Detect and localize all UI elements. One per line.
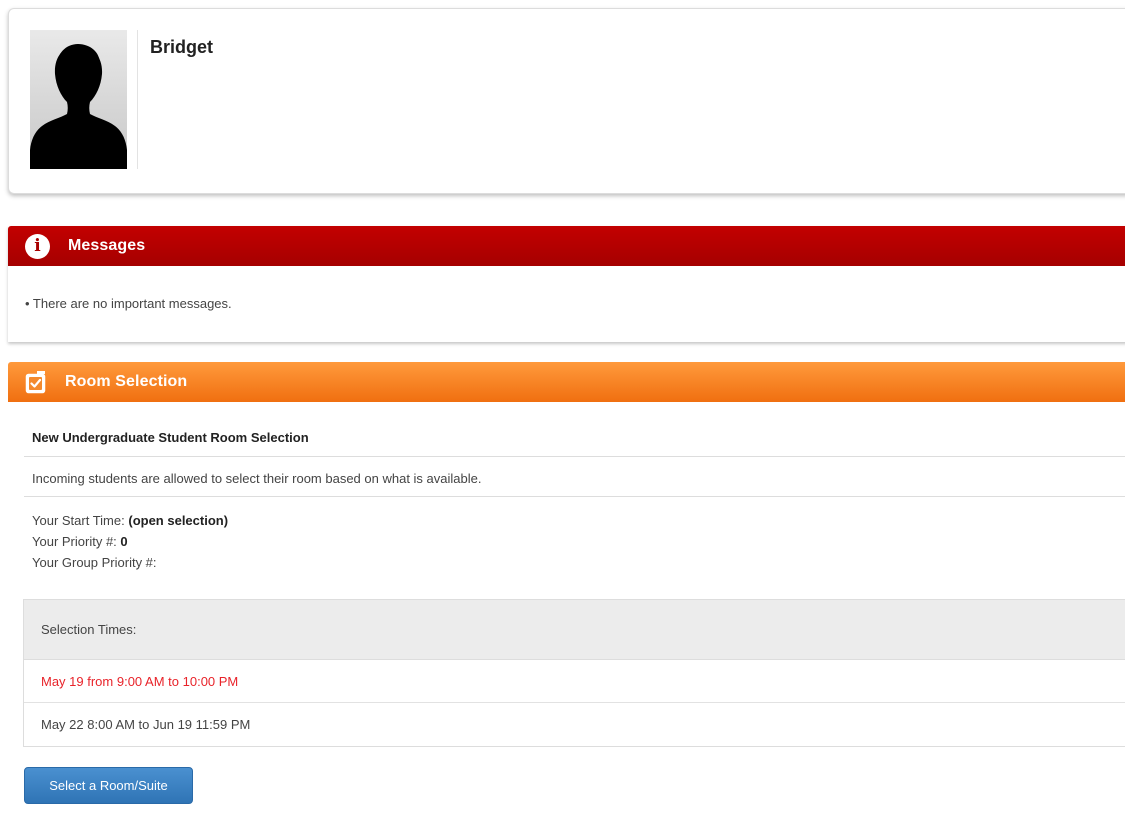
avatar (30, 30, 127, 169)
messages-header: i Messages (8, 226, 1125, 266)
priority-value: 0 (120, 534, 128, 549)
divider (24, 456, 1125, 457)
profile-card: Bridget (8, 8, 1125, 194)
room-selection-heading: New Undergraduate Student Room Selection (32, 430, 309, 445)
group-priority-line: Your Group Priority #: (32, 552, 228, 573)
group-priority-label: Your Group Priority #: (32, 555, 157, 570)
profile-name: Bridget (150, 37, 213, 57)
checkbox-icon (25, 370, 47, 394)
room-selection-title: Room Selection (65, 373, 188, 390)
avatar-divider (137, 30, 138, 169)
messages-panel: i Messages • There are no important mess… (8, 226, 1125, 342)
room-selection-panel: Room Selection New Undergraduate Student… (8, 362, 1125, 812)
priority-line: Your Priority #: 0 (32, 531, 228, 552)
person-silhouette-icon (30, 44, 127, 169)
selection-times-header: Selection Times: (24, 600, 1125, 660)
start-time-label: Your Start Time: (32, 513, 125, 528)
select-room-button[interactable]: Select a Room/Suite (24, 767, 193, 804)
priority-label: Your Priority #: (32, 534, 117, 549)
room-selection-description: Incoming students are allowed to select … (32, 471, 482, 486)
info-icon: i (25, 233, 50, 259)
room-selection-header: Room Selection (8, 362, 1125, 402)
messages-title: Messages (68, 237, 146, 254)
selection-time-row: May 19 from 9:00 AM to 10:00 PM (24, 660, 1125, 703)
selection-times-table: Selection Times: May 19 from 9:00 AM to … (23, 599, 1125, 747)
start-time-value: (open selection) (128, 513, 229, 528)
selection-time-row: May 22 8:00 AM to Jun 19 11:59 PM (41, 717, 251, 732)
message-item: • There are no important messages. (25, 296, 232, 311)
divider (24, 496, 1125, 497)
selection-info: Your Start Time: (open selection) Your P… (32, 510, 228, 573)
start-time-line: Your Start Time: (open selection) (32, 510, 228, 531)
